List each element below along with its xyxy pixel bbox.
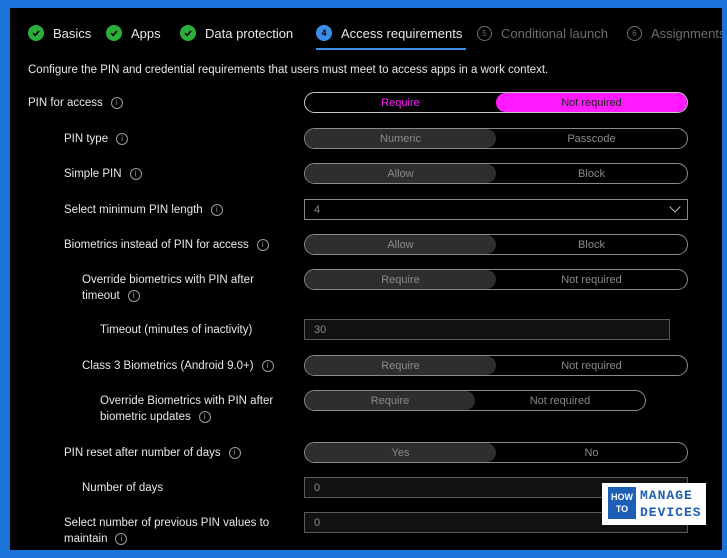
tab-data-protection[interactable]: Data protection <box>180 22 293 44</box>
check-icon <box>180 25 196 41</box>
label-text: PIN reset after number of days <box>64 447 221 459</box>
info-icon[interactable]: i <box>261 360 274 372</box>
chevron-down-icon <box>669 201 681 213</box>
label-text: timeout <box>82 290 120 302</box>
logo-text: TO <box>615 504 629 514</box>
toggle-option-require[interactable]: Require <box>305 270 496 289</box>
toggle-option-require[interactable]: Require <box>305 93 496 112</box>
app-frame: Basics Apps Data protection 4 Access req… <box>10 8 722 550</box>
label-text: PIN type <box>64 133 109 145</box>
label-text: Override Biometrics with PIN after <box>100 395 274 407</box>
toggle-option-require[interactable]: Require <box>305 391 475 410</box>
label-text: Class 3 Biometrics (Android 9.0+) <box>82 360 254 372</box>
info-icon[interactable]: i <box>198 410 211 423</box>
info-icon[interactable]: i <box>116 133 129 145</box>
tab-label: Apps <box>131 25 161 41</box>
input-value: 0 <box>314 481 321 494</box>
pin-type-label: PIN type i <box>64 131 129 147</box>
label-text: Simple PIN <box>64 168 122 180</box>
simple-pin-toggle[interactable]: Allow Block <box>304 163 688 184</box>
toggle-option-not-required[interactable]: Not required <box>475 391 645 410</box>
toggle-option-not-required[interactable]: Not required <box>496 356 687 375</box>
info-icon[interactable]: i <box>129 168 142 180</box>
label-text: Select minimum PIN length <box>64 204 203 216</box>
tab-active-underline <box>316 48 467 50</box>
label-text: biometric updates <box>100 411 191 423</box>
input-value: 0 <box>314 516 321 529</box>
toggle-option-block[interactable]: Block <box>496 164 687 183</box>
info-icon[interactable]: i <box>110 97 123 109</box>
logo-text: DEVICES <box>640 505 702 520</box>
tab-label: Data protection <box>205 25 294 41</box>
timeout-label: Timeout (minutes of inactivity) <box>100 324 253 336</box>
label-text: Biometrics instead of PIN for access <box>64 239 249 251</box>
override-updates-toggle[interactable]: Require Not required <box>304 390 646 411</box>
pin-type-toggle[interactable]: Numeric Passcode <box>304 128 688 149</box>
number-of-days-label: Number of days <box>82 482 164 494</box>
logo-text: HOW <box>611 492 633 502</box>
info-icon[interactable]: i <box>228 447 241 459</box>
tab-label: Conditional launch <box>501 25 608 41</box>
class3-biometrics-toggle[interactable]: Require Not required <box>304 355 688 376</box>
min-pin-length-dropdown[interactable]: 4 <box>304 199 688 220</box>
label-text: Select number of previous PIN values to <box>64 517 270 529</box>
info-icon[interactable]: i <box>127 289 140 302</box>
logo-text: MANAGE <box>640 488 693 503</box>
toggle-option-block[interactable]: Block <box>496 235 687 254</box>
min-pin-length-label: Select minimum PIN length i <box>64 202 223 218</box>
toggle-option-not-required[interactable]: Not required <box>496 93 687 112</box>
previous-pins-label: Select number of previous PIN values to … <box>64 515 294 547</box>
check-icon <box>106 25 122 41</box>
logo-wordmark: MANAGE DEVICES <box>640 487 702 521</box>
label-text: maintain <box>64 533 108 545</box>
check-icon <box>28 25 44 41</box>
toggle-option-allow[interactable]: Allow <box>305 164 496 183</box>
step-number-icon: 6 <box>627 25 642 41</box>
tab-conditional-launch[interactable]: 5 Conditional launch <box>477 22 608 44</box>
toggle-option-no[interactable]: No <box>496 443 687 462</box>
step-number-icon: 5 <box>477 25 492 41</box>
tab-basics[interactable]: Basics <box>28 22 91 44</box>
toggle-option-passcode[interactable]: Passcode <box>496 129 687 148</box>
override-biometrics-toggle[interactable]: Require Not required <box>304 269 688 290</box>
step-number-icon: 4 <box>316 25 332 41</box>
input-value: 30 <box>314 323 327 336</box>
toggle-option-require[interactable]: Require <box>305 356 496 375</box>
tab-assignments[interactable]: 6 Assignments <box>627 22 722 44</box>
override-updates-label: Override Biometrics with PIN after biome… <box>100 393 290 425</box>
logo-how-to-badge: HOW TO <box>608 487 636 519</box>
pin-for-access-label: PIN for access i <box>28 95 123 111</box>
label-text: Override biometrics with PIN after <box>82 274 254 286</box>
howto-manage-devices-logo: HOW TO MANAGE DEVICES <box>602 483 706 525</box>
info-icon[interactable]: i <box>256 239 269 251</box>
info-icon[interactable]: i <box>210 204 223 216</box>
toggle-option-not-required[interactable]: Not required <box>496 270 687 289</box>
class3-biometrics-label: Class 3 Biometrics (Android 9.0+) i <box>82 358 274 374</box>
tab-access-requirements[interactable]: 4 Access requirements <box>316 22 467 50</box>
tab-label: Assignments <box>651 25 722 41</box>
dropdown-value: 4 <box>314 203 321 216</box>
timeout-input[interactable]: 30 <box>304 319 670 340</box>
simple-pin-label: Simple PIN i <box>64 166 142 182</box>
biometrics-toggle[interactable]: Allow Block <box>304 234 688 255</box>
info-icon[interactable]: i <box>115 532 128 545</box>
override-biometrics-label: Override biometrics with PIN after timeo… <box>82 272 282 304</box>
toggle-option-allow[interactable]: Allow <box>305 235 496 254</box>
tab-apps[interactable]: Apps <box>106 22 161 44</box>
pin-reset-label: PIN reset after number of days i <box>64 445 241 461</box>
toggle-option-yes[interactable]: Yes <box>305 443 496 462</box>
biometrics-label: Biometrics instead of PIN for access i <box>64 237 269 253</box>
page-description: Configure the PIN and credential require… <box>28 64 549 76</box>
pin-for-access-toggle[interactable]: Require Not required <box>304 92 688 113</box>
label-text: PIN for access <box>28 97 103 109</box>
tab-label: Access requirements <box>341 25 463 41</box>
toggle-option-numeric[interactable]: Numeric <box>305 129 496 148</box>
pin-reset-toggle[interactable]: Yes No <box>304 442 688 463</box>
tab-label: Basics <box>53 25 92 41</box>
wizard-tabs: Basics Apps Data protection 4 Access req… <box>10 8 722 50</box>
